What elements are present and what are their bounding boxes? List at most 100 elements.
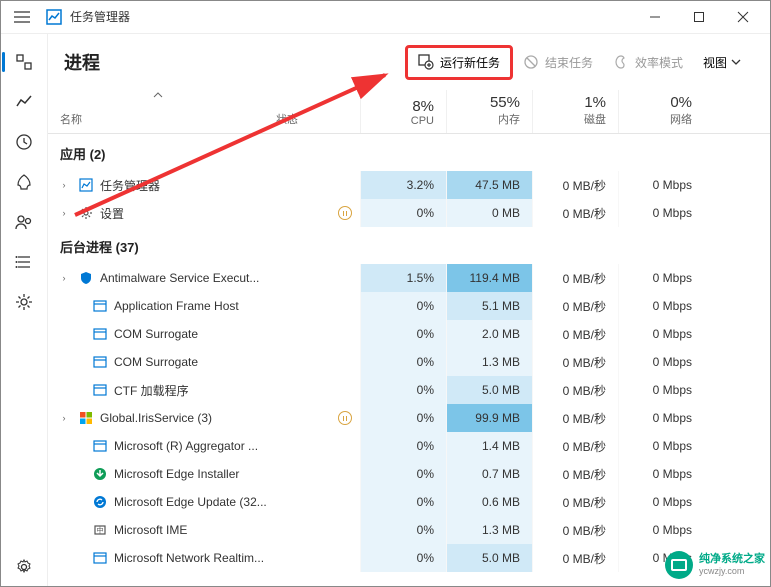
process-memory: 1.3 MB [446, 348, 532, 376]
process-cpu: 0% [360, 404, 446, 432]
process-cpu: 0% [360, 544, 446, 572]
app-icon [46, 9, 62, 25]
process-row[interactable]: › Global.IrisService (3) 0% 99.9 MB 0 MB… [48, 404, 771, 432]
paused-icon [338, 206, 352, 220]
process-network: 0 Mbps [618, 544, 704, 572]
process-row[interactable]: › 任务管理器 3.2% 47.5 MB 0 MB/秒 0 Mbps [48, 171, 771, 199]
end-task-button[interactable]: 结束任务 [513, 48, 603, 77]
process-memory: 5.0 MB [446, 376, 532, 404]
view-label: 视图 [703, 54, 727, 71]
paused-icon [338, 411, 352, 425]
hamburger-menu-button[interactable] [6, 3, 38, 31]
process-memory: 0.6 MB [446, 488, 532, 516]
process-row[interactable]: Microsoft Edge Installer 0% 0.7 MB 0 MB/… [48, 460, 771, 488]
column-status[interactable]: 状态 [268, 90, 360, 133]
view-button[interactable]: 视图 [693, 48, 751, 77]
process-cpu: 0% [360, 516, 446, 544]
process-icon [78, 205, 94, 221]
process-icon [92, 494, 108, 510]
sidebar-services[interactable] [0, 282, 48, 322]
maximize-button[interactable] [677, 3, 721, 31]
process-name: Application Frame Host [114, 299, 268, 313]
process-row[interactable]: › 设置 0% 0 MB 0 MB/秒 0 Mbps [48, 199, 771, 227]
process-network: 0 Mbps [618, 292, 704, 320]
process-disk: 0 MB/秒 [532, 544, 618, 572]
process-row[interactable]: › Antimalware Service Execut... 1.5% 119… [48, 264, 771, 292]
column-disk[interactable]: 1%磁盘 [532, 90, 618, 133]
sidebar-processes[interactable] [0, 42, 48, 82]
process-row[interactable]: COM Surrogate 0% 1.3 MB 0 MB/秒 0 Mbps [48, 348, 771, 376]
efficiency-button[interactable]: 效率模式 [603, 48, 693, 77]
process-network: 0 Mbps [618, 171, 704, 199]
column-cpu[interactable]: 8%CPU [360, 90, 446, 133]
sidebar-users[interactable] [0, 202, 48, 242]
process-icon [78, 177, 94, 193]
process-icon [92, 382, 108, 398]
column-network[interactable]: 0%网络 [618, 90, 704, 133]
process-memory: 1.3 MB [446, 516, 532, 544]
process-disk: 0 MB/秒 [532, 264, 618, 292]
run-new-task-button[interactable]: 运行新任务 [405, 45, 513, 80]
process-memory: 5.1 MB [446, 292, 532, 320]
process-network: 0 Mbps [618, 460, 704, 488]
chevron-down-icon [731, 59, 741, 65]
sidebar-performance[interactable] [0, 82, 48, 122]
process-icon [92, 298, 108, 314]
process-icon [92, 550, 108, 566]
process-cpu: 0% [360, 488, 446, 516]
window-title: 任务管理器 [70, 8, 130, 25]
expand-icon[interactable]: › [56, 208, 72, 218]
process-row[interactable]: COM Surrogate 0% 2.0 MB 0 MB/秒 0 Mbps [48, 320, 771, 348]
process-cpu: 3.2% [360, 171, 446, 199]
process-cpu: 0% [360, 376, 446, 404]
process-name: Global.IrisService (3) [100, 411, 268, 425]
process-disk: 0 MB/秒 [532, 376, 618, 404]
process-row[interactable]: CTF 加载程序 0% 5.0 MB 0 MB/秒 0 Mbps [48, 376, 771, 404]
process-network: 0 Mbps [618, 404, 704, 432]
process-cpu: 0% [360, 292, 446, 320]
process-name: Microsoft (R) Aggregator ... [114, 439, 268, 453]
process-name: COM Surrogate [114, 327, 268, 341]
process-disk: 0 MB/秒 [532, 460, 618, 488]
sidebar-settings[interactable] [0, 547, 48, 587]
process-cpu: 0% [360, 348, 446, 376]
process-disk: 0 MB/秒 [532, 432, 618, 460]
process-memory: 1.4 MB [446, 432, 532, 460]
close-button[interactable] [721, 3, 765, 31]
expand-icon[interactable]: › [56, 413, 72, 423]
sidebar [0, 34, 48, 587]
process-row[interactable]: Microsoft (R) Aggregator ... 0% 1.4 MB 0… [48, 432, 771, 460]
new-task-label: 运行新任务 [440, 54, 500, 71]
process-name: Antimalware Service Execut... [100, 271, 268, 285]
process-cpu: 1.5% [360, 264, 446, 292]
process-list[interactable]: 应用 (2) › 任务管理器 3.2% 47.5 MB 0 MB/秒 0 Mbp… [48, 134, 771, 587]
process-name: Microsoft Edge Update (32... [114, 495, 268, 509]
process-row[interactable]: Microsoft Edge Update (32... 0% 0.6 MB 0… [48, 488, 771, 516]
sidebar-startup[interactable] [0, 162, 48, 202]
sidebar-details[interactable] [0, 242, 48, 282]
process-row[interactable]: Application Frame Host 0% 5.1 MB 0 MB/秒 … [48, 292, 771, 320]
process-network: 0 Mbps [618, 264, 704, 292]
process-memory: 119.4 MB [446, 264, 532, 292]
process-memory: 2.0 MB [446, 320, 532, 348]
expand-icon[interactable]: › [56, 180, 72, 190]
process-memory: 99.9 MB [446, 404, 532, 432]
expand-icon[interactable]: › [56, 273, 72, 283]
minimize-button[interactable] [633, 3, 677, 31]
process-row[interactable]: Microsoft Network Realtim... 0% 5.0 MB 0… [48, 544, 771, 572]
sidebar-app-history[interactable] [0, 122, 48, 162]
process-icon [92, 354, 108, 370]
process-row[interactable]: 中 Microsoft IME 0% 1.3 MB 0 MB/秒 0 Mbps [48, 516, 771, 544]
process-network: 0 Mbps [618, 199, 704, 227]
column-name[interactable]: 名称 [48, 90, 268, 133]
process-status [268, 411, 360, 425]
process-name: CTF 加载程序 [114, 382, 268, 399]
process-memory: 5.0 MB [446, 544, 532, 572]
process-disk: 0 MB/秒 [532, 488, 618, 516]
column-memory[interactable]: 55%内存 [446, 90, 532, 133]
efficiency-icon [613, 54, 629, 70]
process-network: 0 Mbps [618, 516, 704, 544]
process-memory: 0 MB [446, 199, 532, 227]
page-title: 进程 [64, 49, 100, 75]
process-disk: 0 MB/秒 [532, 404, 618, 432]
